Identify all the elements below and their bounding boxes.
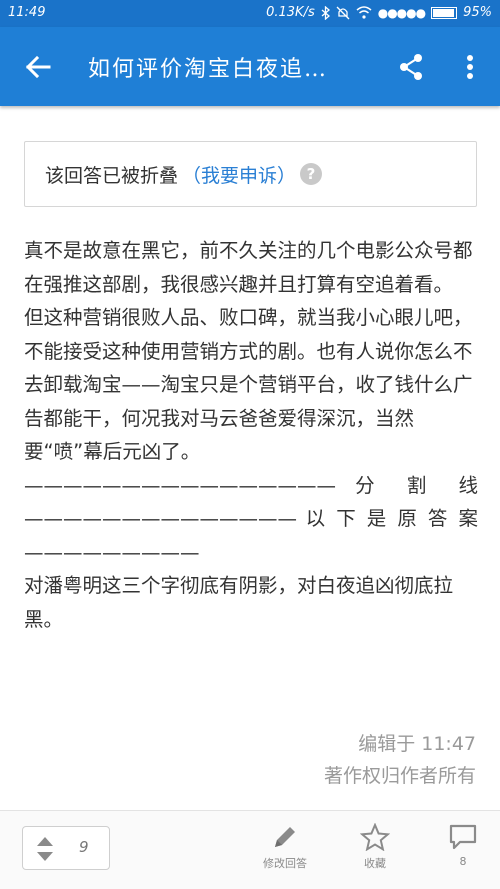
comment-icon — [449, 824, 477, 850]
appeal-link[interactable]: （我要申诉） — [182, 161, 296, 188]
mute-icon — [336, 6, 350, 19]
vote-arrows-icon — [37, 837, 53, 861]
divider-line: ————————— — [24, 540, 200, 564]
more-options-button[interactable] — [452, 49, 488, 85]
answer-paragraph: 对潘粤明这三个字彻底有阴影，对白夜追凶彻底拉黑。 — [24, 574, 454, 631]
share-button[interactable] — [393, 49, 429, 85]
answer-paragraph: 但这种营销很败人品、败口碑，就当我小心眼儿吧，不能接受这种使用营销方式的剧。也有… — [24, 306, 473, 463]
vote-count: 9 — [79, 838, 89, 856]
help-icon[interactable]: ? — [300, 163, 323, 185]
divider-line: —————————————— 以 下 是 原 答 案 — [24, 507, 478, 530]
signal-icon: ●●●●● — [377, 5, 426, 20]
answer-meta: 编辑于 11:47 著作权归作者所有 — [324, 728, 476, 792]
page-title: 如何评价淘宝白夜追… — [88, 57, 329, 82]
share-icon — [400, 54, 422, 80]
divider-line: ———————————————— 分 割 线 — [24, 473, 478, 497]
bottom-bar: 9 修改回答 收藏 8 — [0, 810, 500, 889]
edit-answer-button[interactable]: 修改回答 — [250, 823, 320, 871]
vote-button[interactable]: 9 — [22, 826, 110, 870]
star-icon — [360, 823, 390, 851]
app-bar: 如何评价淘宝白夜追… — [0, 27, 500, 106]
battery-percent: 95% — [463, 5, 492, 20]
answer-content: 真不是故意在黑它，前不久关注的几个电影公众号都在强推这部剧，我很感兴趣并且打算有… — [24, 234, 478, 636]
bluetooth-icon — [321, 5, 330, 20]
folded-notice-text: 该回答已被折叠 — [45, 164, 179, 187]
answer-paragraph: 真不是故意在黑它，前不久关注的几个电影公众号都在强推这部剧，我很感兴趣并且打算有… — [24, 239, 473, 296]
edit-answer-label: 修改回答 — [263, 857, 307, 870]
favorite-button[interactable]: 收藏 — [340, 823, 410, 871]
comment-button[interactable]: 8 — [428, 823, 498, 868]
back-button[interactable] — [20, 49, 56, 85]
folded-notice: 该回答已被折叠 （我要申诉） ? — [24, 141, 477, 207]
network-speed: 0.13K/s — [266, 5, 315, 20]
status-icons: 0.13K/s ●●●●● 95% — [266, 5, 492, 20]
status-bar: 11:49 0.13K/s ●●●●● 95% — [0, 0, 500, 27]
copyright-notice: 著作权归作者所有 — [323, 765, 476, 787]
pencil-icon — [275, 827, 295, 847]
edited-time: 编辑于 11:47 — [358, 733, 476, 755]
comment-count: 8 — [459, 855, 467, 868]
favorite-label: 收藏 — [364, 857, 386, 870]
battery-icon — [431, 6, 458, 19]
back-arrow-icon — [25, 55, 51, 79]
more-vertical-icon — [467, 55, 473, 79]
status-time: 11:49 — [8, 5, 46, 20]
wifi-icon — [356, 6, 372, 19]
